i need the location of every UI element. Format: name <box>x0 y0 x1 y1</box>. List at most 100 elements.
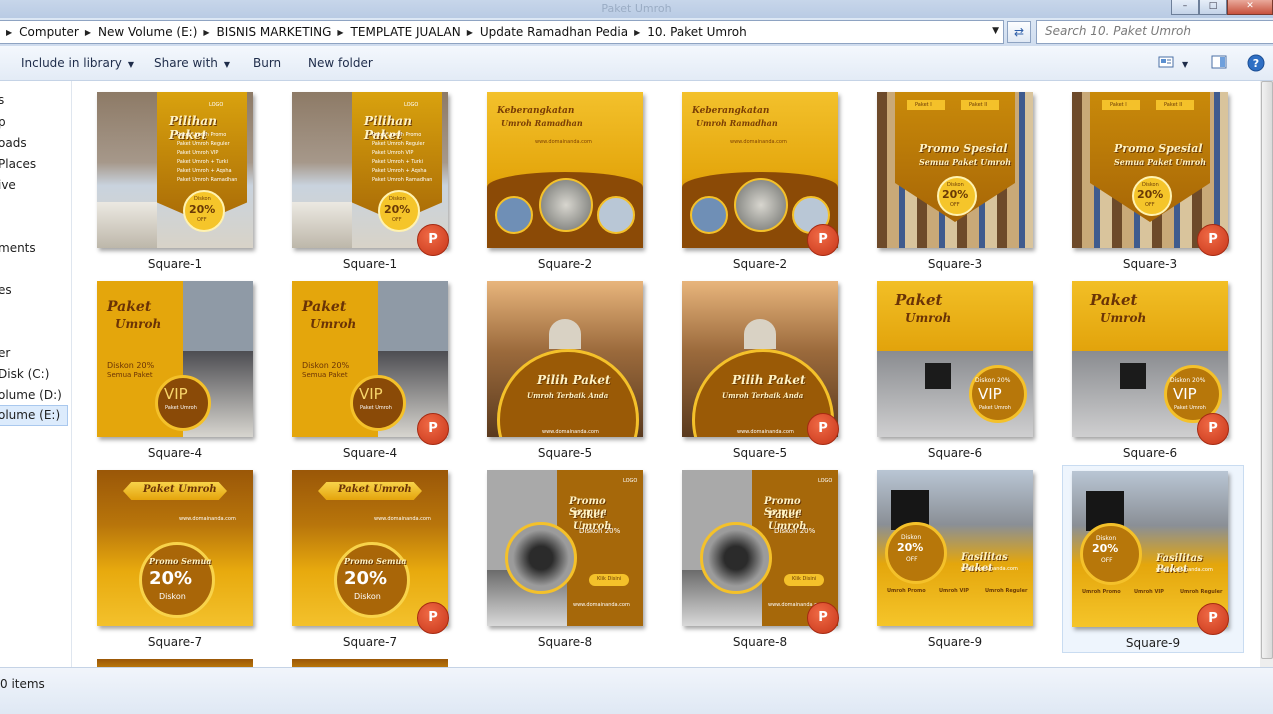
file-tile-square-2-pptx[interactable]: Keberangkatan Umroh Ramadhan www.domaina… <box>657 81 839 271</box>
nav-item-libraries[interactable]: es <box>0 283 12 297</box>
thumbnail-square-5: Pilih Paket Umroh Terbaik Anda www.domai… <box>487 281 643 437</box>
thumbnail-square-4: Paket Umroh Diskon 20% Semua Paket VIP P… <box>292 281 448 437</box>
thumbnail-square-7: Paket Umroh www.domainanda.com Promo Sem… <box>97 470 253 626</box>
powerpoint-icon: P <box>417 602 449 634</box>
vertical-scrollbar[interactable] <box>1260 81 1273 667</box>
search-box[interactable] <box>1036 20 1273 44</box>
powerpoint-icon: P <box>1197 224 1229 256</box>
window-title: Paket Umroh <box>601 2 672 15</box>
thumbnail-square-4: Paket Umroh Diskon 20% Semua Paket VIP P… <box>97 281 253 437</box>
file-tile-square-4-pptx[interactable]: Paket Umroh Diskon 20% Semua Paket VIP P… <box>267 270 449 460</box>
file-list: LOGO Pilihan Paket Paket Umroh Promo Pak… <box>72 81 1260 667</box>
breadcrumb-arrow-icon[interactable]: ▶ <box>337 28 343 37</box>
nav-item-favorites[interactable]: s <box>0 93 4 107</box>
file-tile-partial[interactable] <box>97 659 253 667</box>
breadcrumb-arrow-icon[interactable]: ▶ <box>85 28 91 37</box>
nav-item-recent-places[interactable]: Places <box>0 157 36 171</box>
file-tile-square-1[interactable]: LOGO Pilihan Paket Paket Umroh Promo Pak… <box>72 81 253 271</box>
breadcrumb-bisnis-marketing[interactable]: ▶ BISNIS MARKETING <box>197 21 331 43</box>
thumbnail-square-3: Paket I Paket II Promo Spesial Semua Pak… <box>877 92 1033 248</box>
thumbnail-square-1: LOGO Pilihan Paket Paket Umroh Promo Pak… <box>97 92 253 248</box>
nav-item-documents[interactable]: ments <box>0 241 36 255</box>
thumbnail-square-5: Pilih Paket Umroh Terbaik Anda www.domai… <box>682 281 838 437</box>
file-tile-square-7-pptx[interactable]: Paket Umroh www.domainanda.com Promo Sem… <box>267 459 449 649</box>
file-tile-square-7[interactable]: Paket Umroh www.domainanda.com Promo Sem… <box>72 459 253 649</box>
file-tile-square-1-pptx[interactable]: LOGO Pilihan Paket Paket Umroh Promo Pak… <box>267 81 449 271</box>
item-count: 0 items <box>0 677 45 691</box>
thumbnail-square-2: Keberangkatan Umroh Ramadhan www.domaina… <box>682 92 838 248</box>
nav-item-volume-e[interactable]: olume (E:) <box>0 405 68 426</box>
nav-item-desktop[interactable]: p <box>0 115 6 129</box>
svg-text:?: ? <box>1253 57 1259 70</box>
breadcrumb-template-jualan[interactable]: ▶ TEMPLATE JUALAN <box>331 21 460 43</box>
thumbnail-square-1: LOGO Pilihan Paket Paket Umroh Promo Pak… <box>292 92 448 248</box>
file-tile-square-6[interactable]: Paket Umroh Diskon 20% VIP Paket Umroh S… <box>852 270 1033 460</box>
thumbnail-square-7: Paket Umroh www.domainanda.com Promo Sem… <box>292 470 448 626</box>
help-icon[interactable]: ? <box>1247 54 1265 75</box>
nav-item-downloads[interactable]: oads <box>0 136 27 150</box>
close-icon[interactable]: ✕ <box>1227 0 1273 15</box>
breadcrumb-arrow-icon[interactable]: ▶ <box>634 28 640 37</box>
thumbnail-square-3: Paket I Paket II Promo Spesial Semua Pak… <box>1072 92 1228 248</box>
thumbnail-square-9: Diskon 20% OFF Fasilitas Paket www.domai… <box>1072 471 1228 627</box>
include-in-library-button[interactable]: Include in library ▼ <box>21 56 134 70</box>
address-row: ▶ Computer ▶ New Volume (E:) ▶ BISNIS MARKE… <box>0 18 1273 46</box>
breadcrumb-arrow-icon[interactable]: ▶ <box>6 28 12 37</box>
nav-item-volume-d[interactable]: olume (D:) <box>0 388 62 402</box>
file-tile-partial[interactable] <box>292 659 448 667</box>
thumbnail-square-2: Keberangkatan Umroh Ramadhan www.domaina… <box>487 92 643 248</box>
breadcrumb-new-volume[interactable]: ▶ New Volume (E:) <box>79 21 198 43</box>
file-tile-square-8-pptx[interactable]: LOGO Promo Semua Paket Umroh Diskon 20% … <box>657 459 839 649</box>
powerpoint-icon: P <box>417 413 449 445</box>
file-tile-square-8[interactable]: LOGO Promo Semua Paket Umroh Diskon 20% … <box>462 459 643 649</box>
burn-button[interactable]: Burn <box>253 56 281 70</box>
file-tile-square-3[interactable]: Paket I Paket II Promo Spesial Semua Pak… <box>852 81 1033 271</box>
window-controls: – □ ✕ <box>1171 0 1273 16</box>
preview-pane-icon[interactable] <box>1211 55 1227 72</box>
chevron-down-icon: ▼ <box>127 60 135 69</box>
scrollbar-thumb[interactable] <box>1261 81 1273 659</box>
title-bar: Paket Umroh – □ ✕ <box>0 0 1273 18</box>
nav-item-drive[interactable]: ive <box>0 178 16 192</box>
status-bar: 0 items <box>0 667 1273 714</box>
navigation-pane: s p oads Places ive ments es er Disk (C:… <box>0 81 72 667</box>
new-folder-button[interactable]: New folder <box>308 56 373 70</box>
file-tile-square-9[interactable]: Diskon 20% OFF Fasilitas Paket www.domai… <box>852 459 1033 649</box>
refresh-icon[interactable]: ⇄ <box>1007 21 1031 43</box>
powerpoint-icon: P <box>807 413 839 445</box>
powerpoint-icon: P <box>807 602 839 634</box>
file-tile-square-2[interactable]: Keberangkatan Umroh Ramadhan www.domaina… <box>462 81 643 271</box>
share-with-button[interactable]: Share with ▼ <box>154 56 230 70</box>
file-tile-square-6-pptx[interactable]: Paket Umroh Diskon 20% VIP Paket Umroh P… <box>1047 270 1229 460</box>
chevron-down-icon[interactable]: ▼ <box>1182 56 1188 70</box>
file-tile-square-5[interactable]: Pilih Paket Umroh Terbaik Anda www.domai… <box>462 270 643 460</box>
breadcrumb-update-ramadhan[interactable]: ▶ Update Ramadhan Pedia <box>461 21 628 43</box>
nav-item-local-disk-c[interactable]: Disk (C:) <box>0 367 49 381</box>
maximize-icon[interactable]: □ <box>1199 0 1227 15</box>
minimize-icon[interactable]: – <box>1171 0 1199 15</box>
address-bar[interactable]: ▶ Computer ▶ New Volume (E:) ▶ BISNIS MARKE… <box>0 20 1004 44</box>
search-input[interactable] <box>1037 21 1245 41</box>
file-tile-square-5-pptx[interactable]: Pilih Paket Umroh Terbaik Anda www.domai… <box>657 270 839 460</box>
nav-item-computer[interactable]: er <box>0 346 10 360</box>
view-options-icon[interactable] <box>1158 55 1174 72</box>
file-tile-square-4[interactable]: Paket Umroh Diskon 20% Semua Paket VIP P… <box>72 270 253 460</box>
thumbnail-square-6: Paket Umroh Diskon 20% VIP Paket Umroh <box>877 281 1033 437</box>
command-bar: Include in library ▼ Share with ▼ Burn New… <box>0 46 1273 81</box>
file-tile-square-3-pptx[interactable]: Paket I Paket II Promo Spesial Semua Pak… <box>1047 81 1229 271</box>
breadcrumb-computer[interactable]: ▶ Computer <box>0 21 79 43</box>
chevron-down-icon[interactable]: ▼ <box>992 26 999 36</box>
breadcrumb-arrow-icon[interactable]: ▶ <box>203 28 209 37</box>
thumbnail-square-8: LOGO Promo Semua Paket Umroh Diskon 20% … <box>487 470 643 626</box>
thumbnail-square-6: Paket Umroh Diskon 20% VIP Paket Umroh <box>1072 281 1228 437</box>
chevron-down-icon: ▼ <box>223 60 231 69</box>
thumbnail-square-9: Diskon 20% OFF Fasilitas Paket www.domai… <box>877 470 1033 626</box>
powerpoint-icon: P <box>1197 603 1229 635</box>
file-tile-square-9-pptx[interactable]: Diskon 20% OFF Fasilitas Paket www.domai… <box>1062 465 1244 653</box>
breadcrumb-arrow-icon[interactable]: ▶ <box>467 28 473 37</box>
thumbnail-square-8: LOGO Promo Semua Paket Umroh Diskon 20% … <box>682 470 838 626</box>
powerpoint-icon: P <box>807 224 839 256</box>
powerpoint-icon: P <box>417 224 449 256</box>
breadcrumb-paket-umroh[interactable]: ▶ 10. Paket Umroh <box>628 21 747 43</box>
powerpoint-icon: P <box>1197 413 1229 445</box>
